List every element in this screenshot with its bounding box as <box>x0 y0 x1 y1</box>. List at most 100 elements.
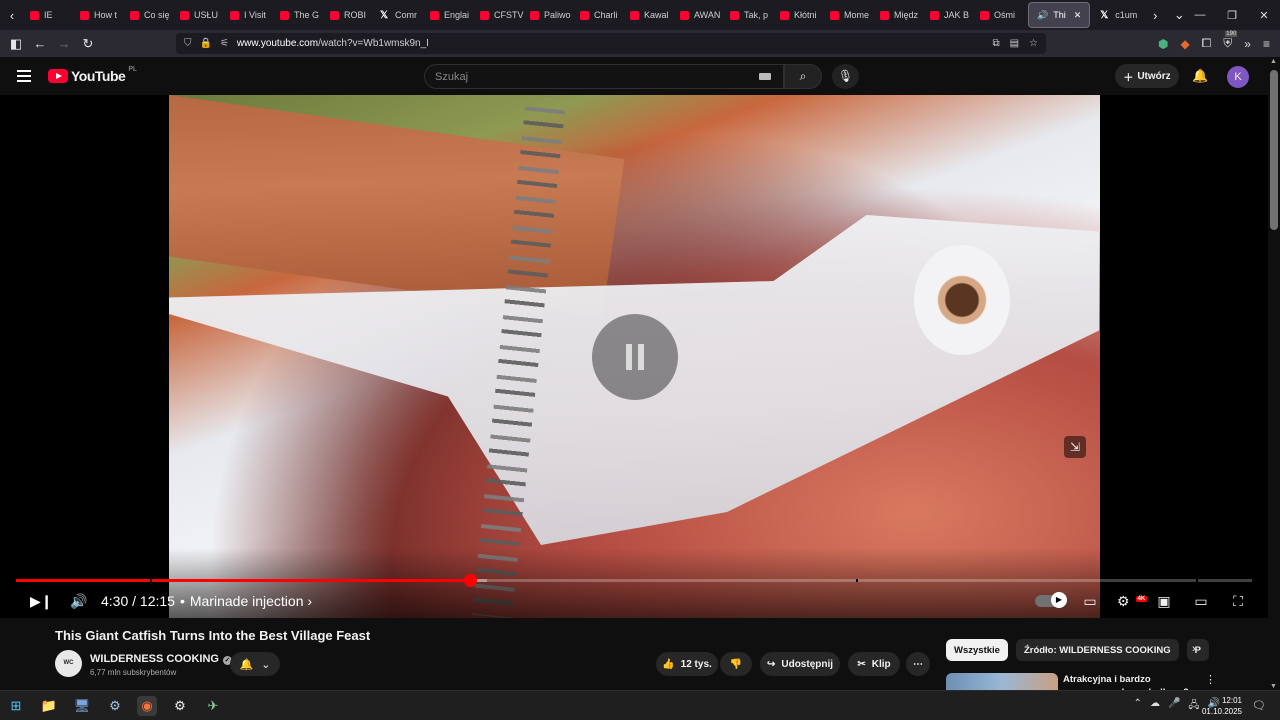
extensions-puzzle-icon[interactable]: ⧠ <box>1202 36 1212 51</box>
browser-tab[interactable]: Kawal <box>624 0 674 30</box>
youtube-logo[interactable]: YouTube PL <box>48 66 137 84</box>
app-menu-icon[interactable]: ≡ <box>1263 37 1270 51</box>
related-video-thumbnail[interactable] <box>946 673 1058 690</box>
browser-tab[interactable]: I Visit <box>224 0 274 30</box>
overflow-menu-icon[interactable]: » <box>1244 37 1251 51</box>
reader-view-icon[interactable]: ▤ <box>1010 38 1019 49</box>
back-icon[interactable]: ← <box>28 36 52 51</box>
firefox-icon[interactable]: ◉ <box>137 696 157 716</box>
browser-tab[interactable]: Mome <box>824 0 874 30</box>
tab-scroll-left-icon[interactable]: ‹ <box>0 8 24 23</box>
microphone-icon[interactable]: 🎤 <box>1168 698 1180 715</box>
chip-more[interactable]: P <box>1186 639 1209 661</box>
browser-tab[interactable]: Paliwo <box>524 0 574 30</box>
scroll-up-icon[interactable]: ▲ <box>1270 58 1277 65</box>
voice-search-button[interactable]: 🎙 <box>832 64 859 89</box>
browser-tab[interactable]: Englai <box>424 0 474 30</box>
network-icon[interactable]: 🖧 <box>1188 698 1199 715</box>
browser-tab[interactable]: USŁU <box>174 0 224 30</box>
theater-mode-icon[interactable]: ▭ <box>1191 593 1211 610</box>
fox-extension-icon[interactable]: ◆ <box>1180 37 1189 51</box>
permissions-icon[interactable]: ⚟ <box>220 38 229 49</box>
channel-name[interactable]: WILDERNESS COOKING ✓ <box>90 653 232 665</box>
chip-source-channel[interactable]: Źródło: WILDERNESS COOKING <box>1015 639 1179 661</box>
miniplayer-icon[interactable]: ▣ <box>1154 593 1174 610</box>
scroll-down-icon[interactable]: ▼ <box>1270 683 1277 690</box>
scrubber-handle[interactable] <box>464 574 477 587</box>
settings-icon[interactable]: ⚙ <box>170 696 190 716</box>
chapter-button[interactable]: Marinade injection › <box>190 593 312 609</box>
shield-icon[interactable]: ⛉ <box>184 38 192 49</box>
progress-bar[interactable] <box>16 574 1252 587</box>
pause-overlay-icon[interactable] <box>592 314 678 400</box>
search-input[interactable]: Szukaj <box>424 64 784 89</box>
more-actions-button[interactable]: ⋯ <box>906 652 930 676</box>
windows-start-icon[interactable]: ⊞ <box>6 696 26 716</box>
tab-scroll-right-icon[interactable]: › <box>1143 8 1167 23</box>
channel-avatar[interactable]: WC <box>55 650 82 677</box>
ublock-extension-icon[interactable]: ⛨ 190 <box>1223 31 1238 51</box>
related-video-title[interactable]: Atrakcyjna i bardzo smaczna wędzona bułk… <box>1063 673 1193 690</box>
subtitles-icon[interactable]: ▭ <box>1080 593 1100 610</box>
remote-desktop-icon[interactable]: 🖥 <box>72 696 92 716</box>
hamburger-menu-icon[interactable] <box>17 70 31 82</box>
settings-gear-icon[interactable]: ⚙ 4K <box>1117 593 1148 610</box>
related-video-menu-icon[interactable]: ⋮ <box>1205 673 1216 686</box>
subscription-bell-button[interactable]: 🔔 ⌄ <box>230 652 280 676</box>
tab-next[interactable]: 𝕏 c1um <box>1094 0 1143 30</box>
like-button[interactable]: 👍 12 tys. <box>656 652 718 676</box>
play-pause-button[interactable]: ▶❙ <box>30 590 53 612</box>
file-explorer-icon[interactable]: 📁 <box>39 696 59 716</box>
account-avatar[interactable]: K <box>1227 66 1249 88</box>
speaker-icon[interactable]: 🔊 <box>1037 10 1048 21</box>
browser-tab[interactable]: How t <box>74 0 124 30</box>
url-text[interactable]: www.youtube.com/watch?v=Wb1wmsk9n_I <box>237 38 429 49</box>
browser-tab[interactable]: Kłótni <box>774 0 824 30</box>
vpn-extension-icon[interactable]: ⬢ <box>1158 37 1168 51</box>
tab-close-icon[interactable]: ✕ <box>1074 10 1082 21</box>
reload-icon[interactable]: ↻ <box>76 36 100 52</box>
clip-button[interactable]: ✂ Klip <box>848 652 900 676</box>
fullscreen-icon[interactable]: ⛶ <box>1228 593 1248 610</box>
onedrive-icon[interactable]: ☁ <box>1150 698 1160 715</box>
miniplayer-hint-icon[interactable]: ⇲ <box>1064 436 1086 458</box>
browser-tab[interactable]: Charli <box>574 0 624 30</box>
tab-active[interactable]: 🔊 Thi ✕ <box>1028 2 1091 28</box>
scrollbar-thumb[interactable] <box>1270 70 1278 230</box>
notifications-bell-icon[interactable]: 🔔 <box>1192 68 1208 84</box>
browser-tab[interactable]: Ośmi <box>974 0 1024 30</box>
system-clock[interactable]: 12:01 01.10.2025 <box>1202 695 1242 717</box>
browser-tab[interactable]: Co się <box>124 0 174 30</box>
window-close-icon[interactable]: ✕ <box>1248 9 1280 22</box>
page-scrollbar[interactable]: ▲ ▼ <box>1268 57 1280 690</box>
dislike-button[interactable]: 👎 <box>720 652 752 676</box>
create-button[interactable]: ＋ Utwórz <box>1115 64 1179 88</box>
browser-tab[interactable]: AWAN <box>674 0 724 30</box>
browser-tab[interactable]: 𝕏 Comr <box>374 0 424 30</box>
address-bar[interactable]: ⛉ 🔒 ⚟ www.youtube.com/watch?v=Wb1wmsk9n_… <box>176 33 1046 54</box>
restore-icon[interactable]: ❐ <box>1216 9 1248 22</box>
picture-in-picture-icon[interactable]: ⧉ <box>992 38 999 49</box>
share-button[interactable]: ↪ Udostępnij <box>760 652 840 676</box>
autoplay-toggle[interactable] <box>1035 592 1067 608</box>
volume-button[interactable]: 🔊 <box>70 590 87 612</box>
chip-all[interactable]: Wszystkie <box>946 639 1008 661</box>
video-player[interactable]: ⇲ ▶❙ 🔊 4:30 / 12:15 • Marinade injection… <box>0 95 1268 618</box>
tray-overflow-icon[interactable]: ⌃ <box>1134 698 1142 715</box>
forward-icon[interactable]: → <box>52 36 76 51</box>
browser-tab[interactable]: Międz <box>874 0 924 30</box>
keyboard-icon[interactable] <box>759 73 771 80</box>
minimize-icon[interactable]: — <box>1184 9 1216 21</box>
browser-tab[interactable]: IE <box>24 0 74 30</box>
browser-tab[interactable]: The G <box>274 0 324 30</box>
browser-tab[interactable]: ROBI <box>324 0 374 30</box>
bookmark-star-icon[interactable]: ☆ <box>1029 38 1038 49</box>
steam-icon[interactable]: ⚙ <box>105 696 125 716</box>
lock-icon[interactable]: 🔒 <box>200 38 212 49</box>
browser-tab[interactable]: Tak, p <box>724 0 774 30</box>
chips-next-icon[interactable]: › <box>1192 643 1196 655</box>
app-icon[interactable]: ✈ <box>203 696 223 716</box>
browser-tab[interactable]: CFSTV <box>474 0 524 30</box>
notifications-icon[interactable]: 🗨 <box>1252 699 1266 712</box>
sidebar-toggle-icon[interactable]: ◧ <box>4 36 28 52</box>
